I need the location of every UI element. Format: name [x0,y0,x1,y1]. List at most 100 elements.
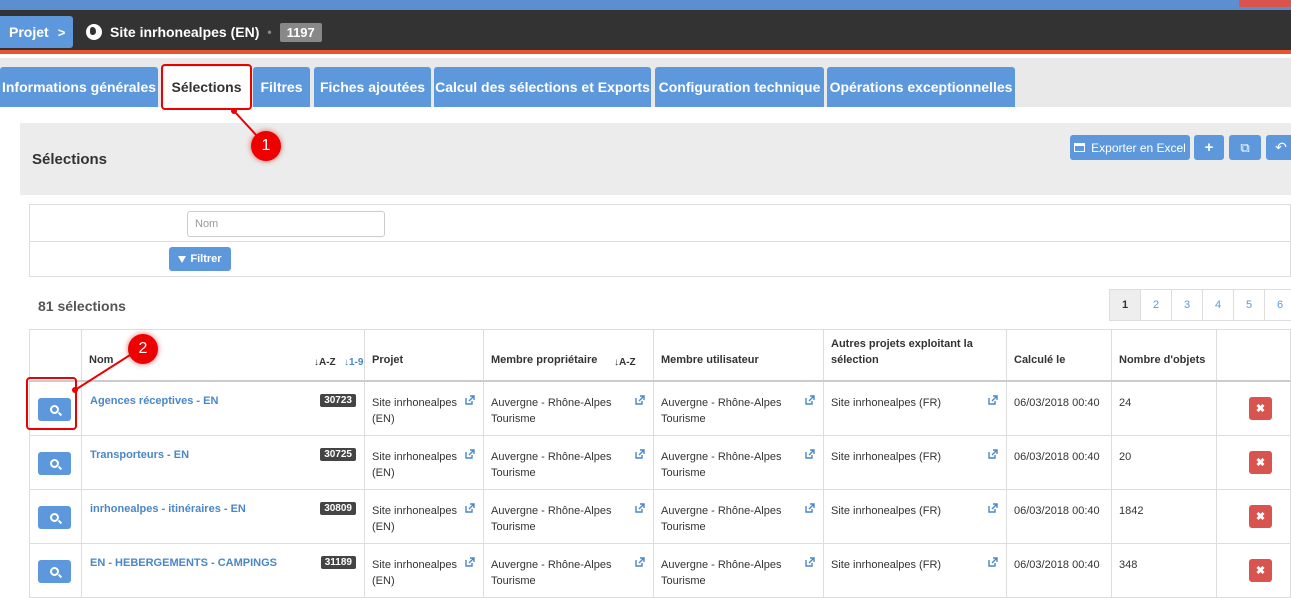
selection-name-link[interactable]: Agences réceptives - EN [90,395,218,407]
projet-value: Site inrhonealpes (EN) [372,397,458,425]
header-calcule-le: Calculé le [1014,354,1066,366]
external-link-icon[interactable] [805,557,815,567]
table-row: inrhonealpes - itinéraires - EN 30809 Sit… [29,490,1291,544]
tab-filtres[interactable]: Filtres [253,67,310,107]
nom-filter-input[interactable]: Nom [187,211,385,237]
external-link-icon[interactable] [635,449,645,459]
annotation-box-view-button [26,377,77,430]
utilisateur-cell: Auvergne - Rhône-Alpes Tourisme [654,544,824,597]
table-row: Transporteurs - EN 30725 Site inrhonealpe… [29,436,1291,490]
autres-cell: Site inrhonealpes (FR) [824,382,1007,435]
annotation-marker-1: 1 [251,131,281,161]
add-selection-button[interactable]: + [1194,135,1224,160]
header-autres-projets: Autres projets exploitant la sélection [831,338,973,366]
proprietaire-value: Auvergne - Rhône-Alpes Tourisme [491,397,612,425]
tab-configuration-technique[interactable]: Configuration technique [655,67,824,107]
nombre-value: 348 [1119,559,1138,571]
selection-name-link[interactable]: Transporteurs - EN [90,449,189,461]
utilisateur-cell: Auvergne - Rhône-Alpes Tourisme [654,382,824,435]
back-button[interactable]: ↶ [1266,135,1291,160]
nombre-value: 20 [1119,451,1132,463]
nombre-cell: 348 [1112,544,1217,597]
external-link-icon[interactable] [465,557,475,567]
view-selection-button[interactable] [38,506,71,529]
sort-numeric-icon[interactable]: ↓1-9 [344,357,363,368]
calcule-value: 06/03/2018 00:40 [1014,559,1100,571]
filter-icon [178,255,187,263]
project-header: Projet > Site inrhonealpes (EN) • 1197 [0,10,1291,54]
calcule-cell: 06/03/2018 00:40 [1007,382,1112,435]
tab-calcul-selections-exports[interactable]: Calcul des sélections et Exports [434,67,651,107]
delete-selection-button[interactable]: ✖ [1249,451,1272,474]
delete-cell: ✖ [1217,382,1291,435]
header-cell-actions [30,330,82,380]
external-link-icon[interactable] [988,503,998,513]
page-2[interactable]: 2 [1140,289,1172,321]
top-red-tab [1239,0,1291,7]
table-icon [1074,143,1086,152]
globe-icon [86,24,102,40]
action-cell [30,544,82,597]
view-selection-button[interactable] [38,560,71,583]
panel-title: Sélections [32,151,108,168]
projet-cell: Site inrhonealpes (EN) [365,436,484,489]
tab-operations-exceptionnelles[interactable]: Opérations exceptionnelles [827,67,1015,107]
pagination: 1 2 3 4 5 6 [1109,289,1291,321]
delete-selection-button[interactable]: ✖ [1249,559,1272,582]
external-link-icon[interactable] [805,395,815,405]
external-link-icon[interactable] [635,395,645,405]
external-link-icon[interactable] [465,503,475,513]
header-projet: Projet [372,354,404,366]
nom-cell: Agences réceptives - EN 30723 [82,382,365,435]
external-link-icon[interactable] [465,395,475,405]
page-1[interactable]: 1 [1109,289,1141,321]
external-link-icon[interactable] [805,503,815,513]
selection-name-link[interactable]: inrhonealpes - itinéraires - EN [90,503,246,515]
proprietaire-cell: Auvergne - Rhône-Alpes Tourisme [484,544,654,597]
external-link-icon[interactable] [988,449,998,459]
utilisateur-value: Auvergne - Rhône-Alpes Tourisme [661,505,782,533]
calcule-cell: 06/03/2018 00:40 [1007,490,1112,543]
projet-button[interactable]: Projet > [0,16,73,48]
autres-value: Site inrhonealpes (FR) [831,505,942,517]
page-4[interactable]: 4 [1202,289,1234,321]
header-cell-calcule: Calculé le [1007,330,1112,380]
autres-value: Site inrhonealpes (FR) [831,559,942,571]
view-selection-button[interactable] [38,452,71,475]
search-icon [50,459,59,468]
header-nom: Nom [89,354,114,366]
external-link-icon[interactable] [805,449,815,459]
chevron-right-icon: > [57,24,66,40]
external-link-icon[interactable] [988,395,998,405]
external-link-icon[interactable] [635,503,645,513]
proprietaire-value: Auvergne - Rhône-Alpes Tourisme [491,451,612,479]
header-cell-utilisateur: Membre utilisateur [654,330,824,380]
external-link-icon[interactable] [988,557,998,567]
selection-id-badge: 31189 [320,556,356,569]
sort-alpha-icon-proprietaire[interactable]: ↓A-Z [614,357,636,368]
page-5[interactable]: 5 [1233,289,1265,321]
header-membre-utilisateur: Membre utilisateur [661,354,759,366]
nom-cell: inrhonealpes - itinéraires - EN 30809 [82,490,365,543]
utilisateur-value: Auvergne - Rhône-Alpes Tourisme [661,451,782,479]
top-strip [0,0,1291,10]
tab-fiches-ajoutees[interactable]: Fiches ajoutées [314,67,431,107]
filtrer-button[interactable]: Filtrer [169,247,231,271]
external-link-icon[interactable] [635,557,645,567]
copy-selection-button[interactable]: ⧉ [1229,135,1261,160]
page-6[interactable]: 6 [1264,289,1291,321]
autres-cell: Site inrhonealpes (FR) [824,436,1007,489]
calcule-value: 06/03/2018 00:40 [1014,397,1100,409]
delete-selection-button[interactable]: ✖ [1249,397,1272,420]
projet-value: Site inrhonealpes (EN) [372,451,458,479]
selection-name-link[interactable]: EN - HEBERGEMENTS - CAMPINGS [90,557,277,569]
export-excel-button[interactable]: Exporter en Excel [1070,135,1190,160]
proprietaire-cell: Auvergne - Rhône-Alpes Tourisme [484,382,654,435]
delete-cell: ✖ [1217,544,1291,597]
external-link-icon[interactable] [465,449,475,459]
proprietaire-value: Auvergne - Rhône-Alpes Tourisme [491,559,612,587]
delete-selection-button[interactable]: ✖ [1249,505,1272,528]
sort-alpha-icon[interactable]: ↓A-Z [314,357,336,368]
tab-informations-generales[interactable]: Informations générales [0,67,158,107]
page-3[interactable]: 3 [1171,289,1203,321]
